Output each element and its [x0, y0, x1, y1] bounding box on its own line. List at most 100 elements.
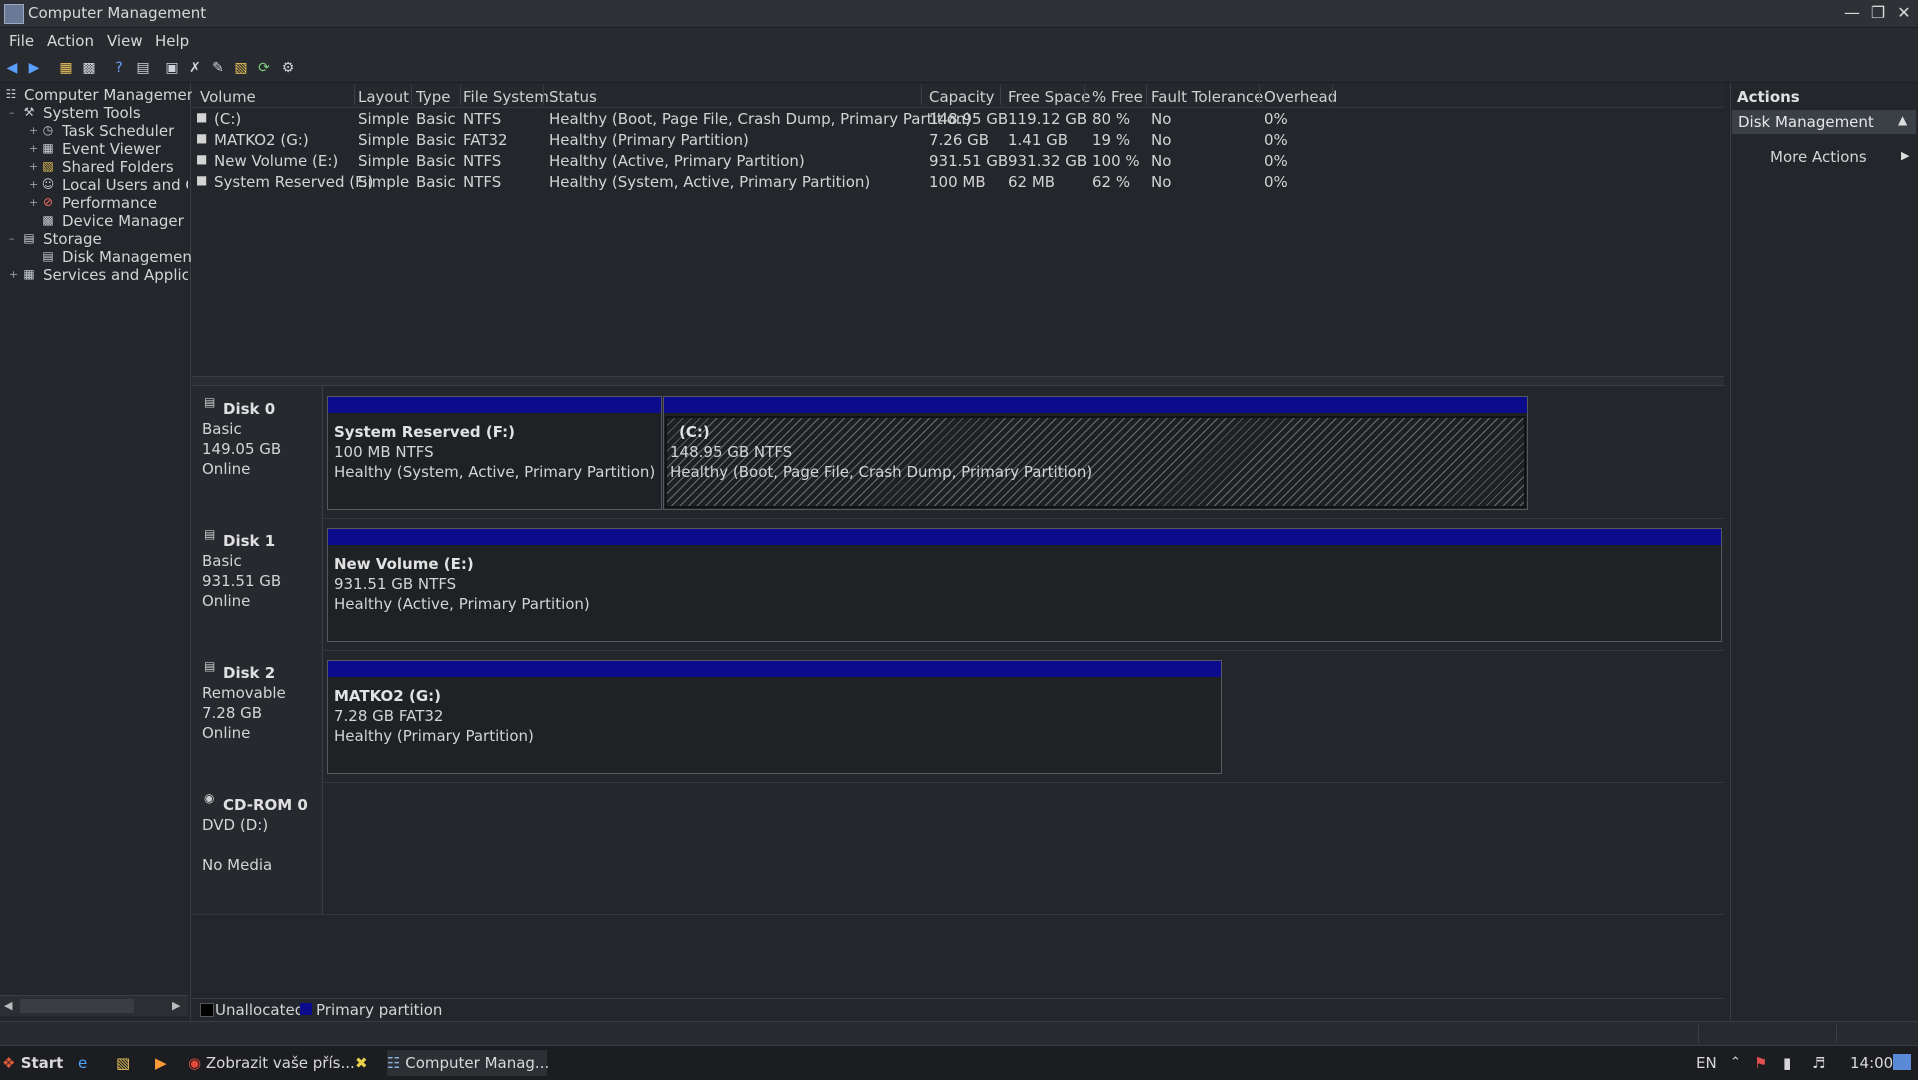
show-hidden-icons[interactable]: ⌃ — [1730, 1050, 1741, 1076]
collapse-up-icon[interactable]: ▲ — [1898, 113, 1907, 127]
restore-button[interactable]: ❐ — [1866, 2, 1890, 24]
actions-section-disk-management[interactable]: Disk Management ▲ — [1732, 110, 1916, 134]
volume-list: Volume Layout Type File System Status Ca… — [192, 83, 1724, 376]
pane-splitter[interactable] — [192, 376, 1724, 386]
col-status[interactable]: Status — [549, 88, 597, 106]
tree-item-event-viewer[interactable]: Event Viewer — [62, 140, 161, 158]
table-row[interactable]: ■ MATKO2 (G:) Simple Basic FAT32 Healthy… — [192, 130, 1342, 150]
disk-row: ▤ Disk 2 Removable 7.28 GB Online MATKO2… — [192, 650, 1724, 783]
expand-toggle[interactable]: + — [29, 124, 38, 137]
tree-item-disk-management[interactable]: Disk Management — [62, 248, 198, 266]
task-computer-management[interactable]: ☷ Computer Manag... — [387, 1050, 549, 1076]
actions-pane: Actions Disk Management ▲ More Actions ▶ — [1730, 83, 1918, 1020]
col-volume[interactable]: Volume — [200, 88, 256, 106]
back-icon[interactable]: ◀ — [3, 59, 21, 77]
forward-icon[interactable]: ▶ — [25, 59, 43, 77]
disk-row: ▤ Disk 0 Basic 149.05 GB Online System R… — [192, 386, 1724, 519]
settings-icon[interactable]: ⚙ — [279, 59, 297, 77]
scroll-left-icon[interactable]: ◀ — [4, 999, 12, 1012]
legend-unallocated: Unallocated — [215, 1001, 305, 1019]
disk-info[interactable]: ▤ Disk 2 Removable 7.28 GB Online — [192, 650, 323, 782]
clock[interactable]: 14:00 — [1850, 1050, 1893, 1076]
tree-item-services-applications[interactable]: Services and Applicat — [43, 266, 188, 284]
selected-hatch-fill: (C:) 148.95 GB NTFS Healthy (Boot, Page … — [665, 416, 1526, 508]
primary-partition-bar — [328, 661, 1221, 677]
expand-toggle[interactable]: + — [29, 160, 38, 173]
delete-icon[interactable]: ✗ — [186, 59, 204, 77]
disk-info[interactable]: ▤ Disk 1 Basic 931.51 GB Online — [192, 518, 323, 650]
show-hide-tree-icon[interactable]: ▩ — [80, 59, 98, 77]
open-icon[interactable]: ▧ — [232, 59, 250, 77]
col-type[interactable]: Type — [416, 88, 450, 106]
task-chrome[interactable]: ◉ Zobrazit vaše přís... — [188, 1050, 355, 1076]
tree-item-computer-management[interactable]: Computer Management — [24, 86, 202, 104]
tree-item-storage[interactable]: Storage — [43, 230, 102, 248]
properties-icon[interactable]: ▤ — [134, 59, 152, 77]
volume-icon-tray[interactable]: ♬ — [1812, 1050, 1825, 1076]
show-desktop-button[interactable] — [1893, 1054, 1911, 1070]
table-row[interactable]: ■ System Reserved (F:) Simple Basic NTFS… — [192, 172, 1342, 192]
scroll-right-icon[interactable]: ▶ — [172, 999, 180, 1012]
menu-help[interactable]: Help — [155, 32, 189, 50]
tree-item-task-scheduler[interactable]: Task Scheduler — [62, 122, 174, 140]
expand-toggle[interactable]: + — [29, 178, 38, 191]
col-capacity[interactable]: Capacity — [929, 88, 995, 106]
col-percent-free[interactable]: % Free — [1092, 88, 1143, 106]
legend: Unallocated Primary partition — [192, 998, 1724, 1021]
table-row[interactable]: ■ (C:) Simple Basic NTFS Healthy (Boot, … — [192, 109, 1342, 129]
expand-toggle[interactable]: + — [9, 268, 18, 281]
chrome-icon: ◉ — [188, 1054, 202, 1072]
scroll-thumb[interactable] — [20, 999, 134, 1013]
collapse-toggle[interactable]: – — [9, 232, 15, 245]
tree-horizontal-scrollbar[interactable]: ◀ ▶ — [0, 995, 188, 1016]
minimize-button[interactable]: — — [1840, 2, 1864, 24]
menu-view[interactable]: View — [107, 32, 143, 50]
partition-new-volume[interactable]: New Volume (E:) 931.51 GB NTFS Healthy (… — [327, 528, 1722, 642]
table-header: Volume Layout Type File System Status Ca… — [192, 83, 1724, 108]
col-file-system[interactable]: File System — [463, 88, 549, 106]
refresh-icon[interactable]: ▣ — [163, 59, 181, 77]
language-indicator[interactable]: EN — [1696, 1050, 1717, 1076]
rescan-icon[interactable]: ⟳ — [255, 59, 273, 77]
action-center-flag-icon[interactable]: ⚑ — [1754, 1050, 1767, 1076]
table-row[interactable]: ■ New Volume (E:) Simple Basic NTFS Heal… — [192, 151, 1342, 171]
menu-file[interactable]: File — [9, 32, 34, 50]
rename-icon[interactable]: ✎ — [209, 59, 227, 77]
tree-item-performance[interactable]: Performance — [62, 194, 157, 212]
menu-action[interactable]: Action — [47, 32, 94, 50]
disk-info[interactable]: ▤ Disk 0 Basic 149.05 GB Online — [192, 386, 323, 518]
primary-partition-bar — [328, 397, 661, 413]
partition-matko2[interactable]: MATKO2 (G:) 7.28 GB FAT32 Healthy (Prima… — [327, 660, 1222, 774]
col-layout[interactable]: Layout — [358, 88, 409, 106]
expand-toggle[interactable]: + — [29, 142, 38, 155]
partition-system-reserved[interactable]: System Reserved (F:) 100 MB NTFS Healthy… — [327, 396, 662, 510]
volume-icon: ■ — [196, 131, 208, 145]
partition-c-selected[interactable]: (C:) 148.95 GB NTFS Healthy (Boot, Page … — [663, 396, 1528, 510]
primary-partition-bar — [328, 529, 1721, 545]
tree-item-device-manager[interactable]: Device Manager — [62, 212, 184, 230]
col-fault-tolerance[interactable]: Fault Tolerance — [1151, 88, 1263, 106]
tree-item-shared-folders[interactable]: Shared Folders — [62, 158, 174, 176]
system-tools-icon: ⚒ — [23, 105, 35, 119]
network-icon[interactable]: ▮ — [1783, 1050, 1791, 1076]
media-player-icon[interactable]: ▶ — [155, 1050, 167, 1076]
internet-explorer-icon[interactable]: e — [78, 1050, 87, 1076]
more-actions-link[interactable]: More Actions — [1770, 148, 1867, 166]
col-free-space[interactable]: Free Space — [1008, 88, 1090, 106]
disk-info[interactable]: ◉ CD-ROM 0 DVD (D:) No Media — [192, 782, 323, 914]
close-button[interactable]: ✕ — [1892, 2, 1916, 24]
expand-toggle[interactable]: + — [29, 196, 38, 209]
start-button[interactable]: ❖ Start — [2, 1050, 63, 1076]
title-bar: Computer Management — ❐ ✕ — [0, 0, 1918, 28]
tree-item-system-tools[interactable]: System Tools — [43, 104, 141, 122]
help-icon[interactable]: ? — [110, 59, 128, 77]
col-overhead[interactable]: Overhead — [1264, 88, 1337, 106]
up-folder-icon[interactable]: ▦ — [57, 59, 75, 77]
file-explorer-icon[interactable]: ▧ — [116, 1050, 130, 1076]
disk-icon: ▤ — [204, 527, 216, 541]
disk-graphical-view: ▤ Disk 0 Basic 149.05 GB Online System R… — [192, 386, 1724, 998]
tree-item-local-users[interactable]: Local Users and Gr — [62, 176, 188, 194]
collapse-toggle[interactable]: – — [9, 106, 15, 119]
tools-icon[interactable]: ✖ — [355, 1050, 368, 1076]
window-title: Computer Management — [28, 4, 207, 22]
